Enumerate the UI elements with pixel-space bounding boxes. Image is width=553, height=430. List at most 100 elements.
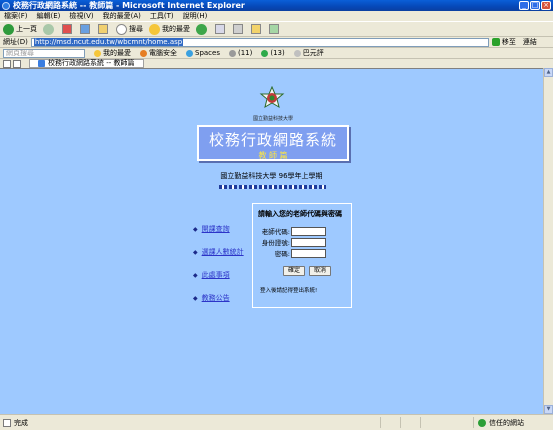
star-icon bbox=[149, 23, 160, 35]
diamond-bullet-icon: ◆ bbox=[193, 271, 198, 279]
tab-bar: 校務行政網路系統 -- 教師篇 bbox=[0, 58, 553, 68]
mail-button[interactable] bbox=[215, 24, 227, 34]
refresh-icon bbox=[80, 24, 90, 34]
ie-app-icon bbox=[2, 1, 10, 10]
status-divider bbox=[380, 417, 381, 428]
status-bar: 完成 信任的網站 bbox=[0, 414, 553, 430]
password-row: 密碼: bbox=[253, 248, 326, 258]
links-item-mail[interactable]: (11) bbox=[228, 49, 252, 57]
menu-favorites[interactable]: 我的最愛(A) bbox=[103, 11, 141, 21]
links-item-favorites[interactable]: 我的最愛 bbox=[94, 48, 131, 58]
people-icon bbox=[293, 49, 301, 57]
confirm-button[interactable]: 確定 bbox=[283, 266, 306, 276]
back-button[interactable]: 上一頁 bbox=[3, 23, 37, 35]
links-item-other[interactable]: 巴元評 bbox=[293, 48, 324, 58]
id-number-row: 身份證號: bbox=[253, 237, 326, 247]
forward-arrow-icon bbox=[43, 23, 54, 35]
menu-view[interactable]: 檢視(V) bbox=[69, 11, 93, 21]
web-search-input[interactable]: 網頁搜尋 bbox=[3, 48, 85, 58]
menu-edit[interactable]: 編輯(E) bbox=[37, 11, 61, 21]
stop-button[interactable] bbox=[62, 24, 74, 34]
status-divider bbox=[420, 417, 421, 428]
go-button[interactable]: 移至 bbox=[491, 37, 516, 47]
maximize-button[interactable]: □ bbox=[530, 1, 540, 10]
page-status-icon bbox=[3, 418, 11, 427]
back-arrow-icon bbox=[3, 23, 14, 35]
history-icon bbox=[196, 23, 207, 35]
home-icon bbox=[98, 24, 108, 34]
standard-toolbar: 上一頁 搜尋 我的最愛 bbox=[0, 21, 553, 37]
page-content: 國立勤益科技大學 校務行政網路系統 教 師 篇 國立勤益科技大學 96學年上學期… bbox=[0, 68, 543, 414]
go-arrow-icon bbox=[491, 38, 500, 46]
scroll-down-icon[interactable]: ▼ bbox=[544, 405, 553, 414]
diamond-bullet-icon: ◆ bbox=[193, 294, 198, 302]
scroll-up-icon[interactable]: ▲ bbox=[544, 68, 553, 77]
menu-help[interactable]: 說明(H) bbox=[183, 11, 208, 21]
address-label: 網址(D) bbox=[3, 38, 28, 46]
favorites-center-icon[interactable] bbox=[3, 59, 11, 68]
shield-icon bbox=[140, 49, 147, 57]
add-favorite-icon[interactable] bbox=[13, 59, 21, 68]
links-item-security[interactable]: 電腦安全 bbox=[140, 48, 177, 58]
banner-subtitle: 教 師 篇 bbox=[258, 151, 288, 160]
spaces-icon bbox=[186, 49, 193, 57]
menu-bar: 檔案(F) 編輯(E) 檢視(V) 我的最愛(A) 工具(T) 說明(H) bbox=[0, 11, 553, 21]
menu-file[interactable]: 檔案(F) bbox=[4, 11, 28, 21]
close-button[interactable]: × bbox=[541, 1, 551, 10]
nav-link-announcements[interactable]: 教務公告 bbox=[202, 293, 230, 303]
security-zone[interactable]: 信任的網站 bbox=[473, 417, 524, 428]
school-name-caption: 國立勤益科技大學 bbox=[252, 116, 293, 122]
nav-item-course-query: ◆ 開課查詢 bbox=[193, 225, 244, 233]
nav-link-enrollment-stats[interactable]: 選課人數統計 bbox=[202, 247, 244, 257]
folder-button[interactable] bbox=[251, 24, 263, 34]
minimize-button[interactable]: _ bbox=[519, 1, 529, 10]
address-bar: 網址(D) http://msd.ncut.edu.tw/wbcmnt/home… bbox=[0, 37, 553, 47]
cancel-button[interactable]: 取消 bbox=[309, 266, 332, 276]
teacher-code-input[interactable] bbox=[291, 226, 326, 236]
vertical-scrollbar[interactable]: ▲ ▼ bbox=[543, 68, 553, 414]
login-panel: 請輸入您的老師代碼與密碼 老師代碼: 身份證號: 密碼: 確定 取消 登入後請記… bbox=[252, 203, 352, 308]
favorites-button[interactable]: 我的最愛 bbox=[149, 23, 190, 35]
address-url: http://msd.ncut.edu.tw/wbcmnt/home.asp bbox=[33, 38, 184, 46]
id-number-input[interactable] bbox=[291, 237, 326, 247]
teacher-code-label: 老師代碼: bbox=[261, 228, 290, 236]
home-button[interactable] bbox=[98, 24, 110, 34]
search-button[interactable]: 搜尋 bbox=[116, 23, 143, 35]
diamond-bullet-icon: ◆ bbox=[193, 225, 198, 233]
id-number-label: 身份證號: bbox=[261, 239, 290, 247]
menu-tools[interactable]: 工具(T) bbox=[150, 11, 174, 21]
trusted-zone-icon bbox=[478, 418, 486, 427]
address-input[interactable]: http://msd.ncut.edu.tw/wbcmnt/home.asp bbox=[30, 37, 489, 47]
links-item-messenger[interactable]: (13) bbox=[261, 49, 285, 57]
links-toolbar: 網頁搜尋 我的最愛 電腦安全 Spaces (11) (13) 巴元評 bbox=[0, 47, 553, 58]
nav-link-notices[interactable]: 此處事項 bbox=[202, 270, 230, 280]
folder-icon bbox=[251, 24, 261, 34]
forward-button[interactable] bbox=[43, 23, 56, 35]
page-favicon-icon bbox=[38, 60, 45, 67]
star-icon bbox=[94, 49, 101, 57]
messenger-icon bbox=[269, 24, 279, 34]
refresh-button[interactable] bbox=[80, 24, 92, 34]
teacher-code-row: 老師代碼: bbox=[253, 226, 326, 236]
window-titlebar: 校務行政網路系統 -- 教師篇 - Microsoft Internet Exp… bbox=[0, 0, 553, 11]
messenger-icon bbox=[261, 49, 269, 57]
decorative-divider bbox=[219, 185, 326, 189]
diamond-bullet-icon: ◆ bbox=[193, 248, 198, 256]
stop-icon bbox=[62, 24, 72, 34]
search-icon bbox=[116, 23, 127, 35]
nav-link-course-query[interactable]: 開課查詢 bbox=[202, 224, 230, 234]
print-button[interactable] bbox=[233, 24, 245, 34]
system-banner: 校務行政網路系統 教 師 篇 bbox=[197, 125, 349, 161]
status-text: 完成 bbox=[14, 418, 28, 427]
messenger-button[interactable] bbox=[269, 24, 281, 34]
logout-reminder: 登入後請記得登出系統! bbox=[260, 288, 318, 294]
login-title: 請輸入您的老師代碼與密碼 bbox=[258, 210, 342, 218]
history-button[interactable] bbox=[196, 23, 209, 35]
banner-title: 校務行政網路系統 bbox=[208, 131, 337, 149]
window-title: 校務行政網路系統 -- 教師篇 - Microsoft Internet Exp… bbox=[13, 1, 245, 10]
password-input[interactable] bbox=[291, 248, 326, 258]
tab-current[interactable]: 校務行政網路系統 -- 教師篇 bbox=[29, 59, 144, 68]
links-item-spaces[interactable]: Spaces bbox=[186, 49, 220, 57]
nav-item-enrollment-stats: ◆ 選課人數統計 bbox=[193, 248, 244, 256]
links-label[interactable]: 連結 bbox=[523, 37, 537, 47]
